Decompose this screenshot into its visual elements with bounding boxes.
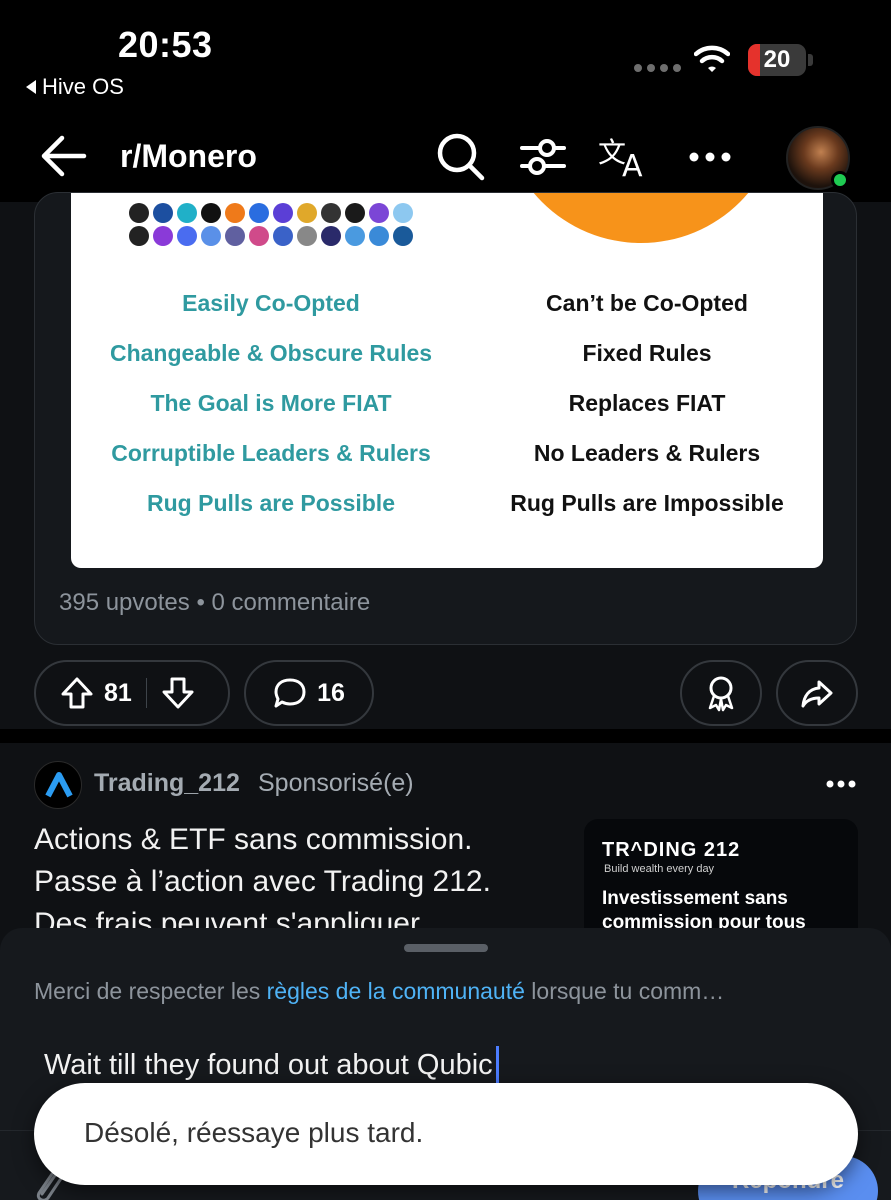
app-header: r/Monero 文 A (0, 110, 891, 202)
right-trait: Replaces FIAT (568, 390, 726, 416)
comments-button[interactable]: 16 (244, 660, 374, 726)
text-caret (495, 1046, 499, 1084)
status-time: 20:53 (118, 24, 213, 65)
error-toast: Désolé, réessaye plus tard. (34, 1083, 858, 1185)
coin-logo-icon (393, 203, 413, 223)
vote-control: 81 (34, 660, 230, 726)
altcoin-logo-grid (129, 203, 415, 246)
advertiser-avatar[interactable] (34, 761, 82, 809)
ad-brand: TR^DING 212 (602, 839, 741, 861)
coin-logo-icon (249, 203, 269, 223)
coin-logo-icon (249, 226, 269, 246)
battery-icon: 20 (748, 44, 806, 76)
back-arrow-icon[interactable] (40, 134, 88, 178)
status-bar: 20:53 Hive OS 20 (0, 0, 891, 110)
coin-logo-icon (153, 203, 173, 223)
search-icon[interactable] (436, 132, 486, 182)
coin-logo-icon (177, 226, 197, 246)
share-icon (801, 680, 833, 708)
coin-logo-icon (225, 226, 245, 246)
award-icon (708, 676, 734, 712)
cellular-signal-icon (634, 64, 681, 72)
coin-logo-icon (345, 226, 365, 246)
coin-logo-icon (321, 226, 341, 246)
community-rules-link[interactable]: règles de la communauté (267, 978, 525, 1004)
comment-count: 16 (317, 678, 345, 707)
comment-bubble-icon (274, 678, 306, 708)
community-rules-notice: Merci de respecter les règles de la comm… (34, 978, 854, 1005)
comment-input-value: Wait till they found out about Qubic (44, 1048, 493, 1081)
rules-prefix: Merci de respecter les (34, 978, 267, 1004)
coin-logo-icon (297, 226, 317, 246)
battery-tip (808, 54, 813, 66)
ad-text-line: Actions & ETF sans commission. (34, 823, 473, 856)
upvote-icon[interactable] (60, 676, 94, 710)
coin-logo-icon (129, 226, 149, 246)
coin-logo-icon (369, 226, 389, 246)
coin-logo-icon (321, 203, 341, 223)
left-trait: The Goal is More FIAT (150, 390, 392, 416)
rules-suffix: lorsque tu comm… (524, 978, 725, 1004)
coin-logo-icon (225, 203, 245, 223)
online-status-dot (831, 171, 849, 189)
ad-text-line: Passe à l’action avec Trading 212. (34, 865, 491, 898)
post-card[interactable]: Easily Co-Opted Changeable & Obscure Rul… (34, 192, 857, 645)
right-trait: Rug Pulls are Impossible (510, 490, 784, 516)
right-trait: Can’t be Co-Opted (546, 290, 748, 316)
filter-icon[interactable] (518, 132, 568, 182)
toast-message: Désolé, réessaye plus tard. (84, 1117, 424, 1148)
back-app-label: Hive OS (42, 74, 124, 99)
altcoin-traits-column: Easily Co-Opted Changeable & Obscure Rul… (81, 283, 461, 533)
coin-logo-icon (201, 226, 221, 246)
left-trait: Easily Co-Opted (182, 290, 360, 316)
sheet-drag-handle[interactable] (404, 944, 488, 952)
post-image[interactable]: Easily Co-Opted Changeable & Obscure Rul… (71, 193, 823, 568)
advertiser-name[interactable]: Trading_212 (94, 769, 240, 798)
left-trait: Rug Pulls are Possible (147, 490, 395, 516)
share-button[interactable] (776, 660, 858, 726)
right-trait: No Leaders & Rulers (533, 440, 761, 466)
back-to-app-link[interactable]: Hive OS (26, 74, 124, 100)
award-button[interactable] (680, 660, 762, 726)
svg-text:A: A (622, 149, 643, 182)
left-trait: Corruptible Leaders & Rulers (111, 440, 431, 466)
ad-body-text: Actions & ETF sans commission. Passe à l… (34, 819, 574, 945)
back-triangle-icon (26, 80, 36, 94)
battery-level: 20 (763, 46, 791, 73)
wifi-icon (694, 45, 730, 72)
coin-logo-icon (273, 226, 293, 246)
bitcoin-logo-circle (501, 193, 781, 243)
trading212-logo-icon (45, 772, 73, 798)
coin-logo-icon (273, 203, 293, 223)
translate-icon[interactable]: 文 A (598, 132, 654, 182)
coin-logo-icon (153, 226, 173, 246)
bitcoin-traits-column: Can’t be Co-Opted Fixed Rules Replaces F… (457, 283, 823, 533)
coin-logo-icon (129, 203, 149, 223)
ad-tagline: Build wealth every day (604, 863, 715, 875)
coin-logo-icon (297, 203, 317, 223)
post-separator (0, 729, 891, 743)
vote-divider (145, 678, 147, 708)
sponsored-label: Sponsorisé(e) (258, 769, 414, 797)
more-icon[interactable] (688, 132, 732, 182)
subreddit-title[interactable]: r/Monero (120, 138, 257, 175)
coin-logo-icon (393, 226, 413, 246)
coin-logo-icon (345, 203, 365, 223)
comment-input[interactable]: Wait till they found out about Qubic (44, 1046, 499, 1084)
downvote-icon[interactable] (161, 676, 195, 710)
coin-logo-icon (201, 203, 221, 223)
more-options-icon[interactable] (826, 779, 856, 789)
vote-count: 81 (104, 678, 132, 707)
coin-logo-icon (177, 203, 197, 223)
crosspost-stats: 395 upvotes • 0 commentaire (59, 589, 371, 616)
left-trait: Changeable & Obscure Rules (109, 340, 433, 366)
right-trait: Fixed Rules (582, 340, 712, 366)
coin-logo-icon (369, 203, 389, 223)
